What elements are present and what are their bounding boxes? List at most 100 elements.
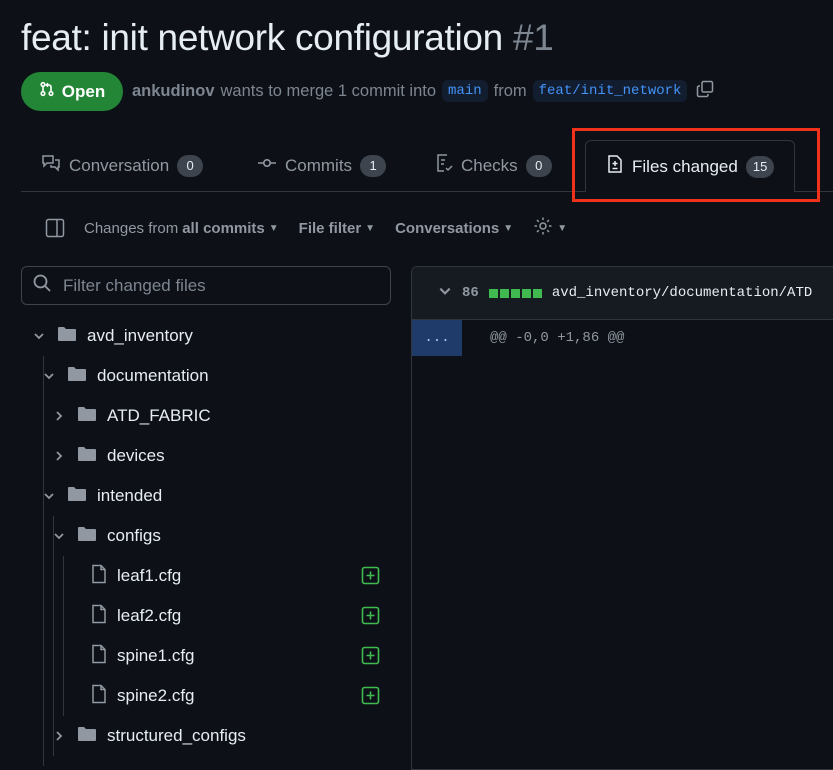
tree-folder[interactable]: avd_inventory (31, 316, 193, 356)
file-icon (91, 644, 107, 669)
tab-label: Commits (285, 155, 353, 175)
tab-label: Files changed (632, 156, 738, 176)
diff-toolbar: Changes from all commits ▼ File filter ▼… (44, 212, 587, 244)
chevron-down-icon (31, 330, 47, 342)
diff-change-count: 86 (462, 285, 479, 301)
folder-icon (57, 326, 77, 347)
tree-folder[interactable]: devices (51, 436, 165, 476)
tree-label: avd_inventory (87, 326, 193, 345)
tab-label: Conversation (69, 155, 170, 175)
diff-added-icon (361, 566, 380, 590)
tree-label: devices (107, 446, 165, 465)
diff-added-icon (361, 646, 380, 670)
file-icon (91, 684, 107, 709)
changes-prefix: Changes from (84, 219, 179, 237)
pr-meta: ankudinov wants to merge 1 commit into m… (132, 78, 715, 104)
folder-icon (67, 366, 87, 387)
diff-file-path[interactable]: avd_inventory/documentation/ATD (552, 285, 812, 301)
tab-counter: 0 (177, 154, 204, 177)
caret-down-icon: ▼ (557, 222, 568, 234)
from-text: from (493, 81, 527, 100)
git-pull-request-icon (39, 81, 55, 102)
folder-icon (67, 486, 87, 507)
sidebar-collapse-icon[interactable] (44, 217, 66, 239)
conversations-dropdown[interactable]: Conversations ▼ (395, 220, 513, 237)
git-commit-icon (257, 155, 277, 176)
gear-icon (533, 216, 553, 240)
chevron-down-icon (41, 370, 57, 382)
file-icon (91, 604, 107, 629)
chevron-down-icon[interactable] (438, 284, 452, 303)
merge-text: wants to merge 1 commit into (220, 81, 437, 100)
tree-file[interactable]: leaf1.cfg (91, 556, 381, 596)
tab-checks[interactable]: Checks 0 (435, 140, 552, 191)
base-branch[interactable]: main (442, 80, 488, 102)
tree-folder[interactable]: intended (41, 476, 162, 516)
pr-author[interactable]: ankudinov (132, 82, 215, 101)
diff-file-header[interactable]: 86 avd_inventory/documentation/ATD (412, 267, 833, 320)
diff-added-icon (361, 686, 380, 710)
tree-guide (43, 356, 44, 766)
pr-title: feat: init network configuration #1 (21, 14, 554, 62)
tree-label: structured_configs (107, 726, 246, 745)
settings-dropdown[interactable]: ▼ (533, 216, 567, 240)
tab-commits[interactable]: Commits 1 (257, 140, 387, 191)
comment-discussion-icon (41, 154, 61, 177)
filter-files-field[interactable] (21, 266, 391, 305)
folder-icon (77, 406, 97, 427)
file-diff-icon (606, 154, 624, 179)
pr-tabs: Conversation 0 Commits 1 Checks 0 Files … (21, 140, 833, 192)
diff-file: 86 avd_inventory/documentation/ATD ... @… (411, 266, 833, 770)
chevron-right-icon (51, 410, 67, 422)
caret-down-icon: ▼ (268, 222, 279, 234)
pr-state-badge: Open (21, 72, 123, 111)
tree-guide (63, 556, 64, 716)
hunk-text: @@ -0,0 +1,86 @@ (490, 330, 625, 346)
tree-file[interactable]: spine2.cfg (91, 676, 381, 716)
changes-value: all commits (182, 219, 265, 237)
diff-body (412, 356, 833, 769)
expand-lines-button[interactable]: ... (412, 320, 462, 356)
tree-folder[interactable]: structured_configs (51, 716, 246, 756)
tab-counter: 15 (745, 155, 775, 178)
file-filter-dropdown[interactable]: File filter ▼ (299, 220, 375, 237)
tree-label: leaf2.cfg (117, 606, 182, 625)
head-branch[interactable]: feat/init_network (532, 80, 688, 102)
tab-files-changed[interactable]: Files changed 15 (585, 140, 796, 192)
pr-state-label: Open (61, 81, 106, 101)
diff-added-icon (361, 606, 380, 630)
checklist-icon (435, 153, 453, 178)
diff-hunk-header: ... @@ -0,0 +1,86 @@ (412, 320, 833, 356)
caret-down-icon: ▼ (365, 222, 376, 234)
tree-label: ATD_FABRIC (107, 406, 211, 425)
changes-from-dropdown[interactable]: Changes from all commits ▼ (84, 220, 279, 237)
chevron-right-icon (51, 450, 67, 462)
filter-files-input[interactable] (61, 274, 385, 297)
tab-counter: 0 (525, 154, 552, 177)
tree-file[interactable]: leaf2.cfg (91, 596, 381, 636)
tree-label: intended (97, 486, 163, 505)
folder-icon (77, 446, 97, 467)
diffstat-bar (488, 288, 542, 298)
chevron-down-icon (41, 490, 57, 502)
tab-label: Checks (461, 155, 518, 175)
tree-folder[interactable]: documentation (41, 356, 209, 396)
file-filter-label: File filter (298, 219, 362, 237)
tab-counter: 1 (360, 154, 387, 177)
folder-icon (77, 726, 97, 747)
tree-label: leaf1.cfg (117, 566, 182, 585)
chevron-right-icon (51, 730, 67, 742)
tree-label: spine1.cfg (117, 646, 195, 665)
copy-icon[interactable] (695, 79, 715, 104)
pr-title-text: feat: init network configuration (21, 17, 503, 58)
tree-folder[interactable]: configs (51, 516, 161, 556)
tree-label: documentation (97, 366, 209, 385)
conversations-label: Conversations (395, 219, 500, 237)
chevron-down-icon (51, 530, 67, 542)
tab-conversation[interactable]: Conversation 0 (41, 140, 204, 191)
tree-file[interactable]: spine1.cfg (91, 636, 381, 676)
folder-icon (77, 526, 97, 547)
tree-folder[interactable]: ATD_FABRIC (51, 396, 211, 436)
caret-down-icon: ▼ (503, 222, 514, 234)
tree-label: configs (107, 526, 161, 545)
